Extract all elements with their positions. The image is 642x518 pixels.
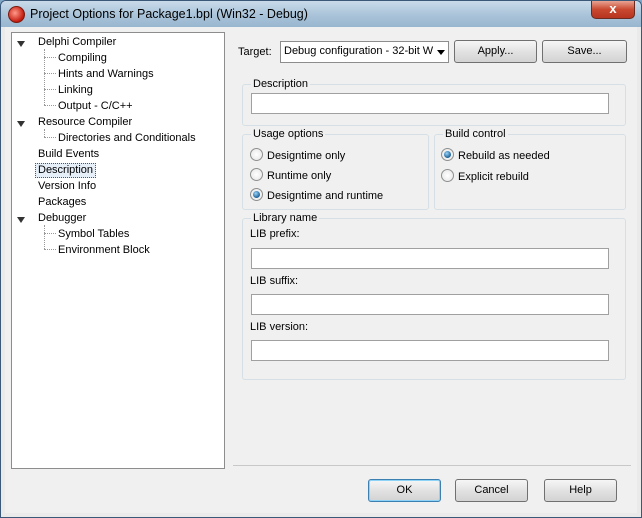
tree-guide-line: [44, 137, 56, 138]
cancel-button[interactable]: Cancel: [455, 479, 528, 502]
radio-explicit-rebuild[interactable]: Explicit rebuild: [441, 169, 529, 183]
description-field[interactable]: [251, 93, 609, 114]
expand-delphi-compiler-icon[interactable]: [17, 41, 25, 47]
tree-item-delphi-compiler[interactable]: Delphi Compiler: [36, 35, 118, 50]
library-name-group: Library name LIB prefix: LIB suffix: LIB…: [242, 212, 626, 380]
radio-explicit-rebuild-label: Explicit rebuild: [458, 171, 529, 183]
dialog-client-area: Delphi Compiler Compiling Hints and Warn…: [5, 27, 637, 513]
lib-prefix-field[interactable]: [251, 248, 609, 269]
tree-item-symbol-tables[interactable]: Symbol Tables: [56, 227, 131, 242]
radio-designtime-and-runtime[interactable]: Designtime and runtime: [250, 188, 383, 202]
tree-guide-line: [44, 105, 56, 106]
close-button[interactable]: x: [591, 1, 635, 19]
app-icon: [8, 6, 25, 23]
options-tree[interactable]: Delphi Compiler Compiling Hints and Warn…: [11, 32, 225, 469]
radio-button-icon[interactable]: [250, 168, 263, 181]
lib-version-field[interactable]: [251, 340, 609, 361]
lib-suffix-field[interactable]: [251, 294, 609, 315]
target-combo[interactable]: Debug configuration - 32-bit W: [280, 41, 449, 63]
radio-button-icon[interactable]: [441, 169, 454, 182]
expand-resource-compiler-icon[interactable]: [17, 121, 25, 127]
tree-item-build-events[interactable]: Build Events: [36, 147, 101, 162]
build-control-group-title: Build control: [443, 128, 508, 140]
tree-item-debugger[interactable]: Debugger: [36, 211, 88, 226]
tree-guide-line: [44, 249, 56, 250]
target-combo-value: Debug configuration - 32-bit W: [284, 45, 434, 57]
radio-runtime-only[interactable]: Runtime only: [250, 168, 331, 182]
radio-button-selected-icon[interactable]: [441, 148, 454, 161]
tree-item-output-c-cpp[interactable]: Output - C/C++: [56, 99, 135, 114]
tree-guide-line: [44, 57, 56, 58]
radio-rebuild-as-needed-label: Rebuild as needed: [458, 150, 550, 162]
radio-button-selected-icon[interactable]: [250, 188, 263, 201]
window-title: Project Options for Package1.bpl (Win32 …: [30, 7, 308, 21]
usage-options-group-title: Usage options: [251, 128, 326, 140]
tree-guide-line: [44, 233, 56, 234]
tree-guide-line: [44, 129, 45, 137]
project-options-window: Project Options for Package1.bpl (Win32 …: [0, 0, 642, 518]
tree-guide-line: [44, 89, 56, 90]
apply-button[interactable]: Apply...: [454, 40, 537, 63]
usage-options-group: Usage options Designtime only Runtime on…: [242, 128, 429, 210]
tree-item-directories-and-conditionals[interactable]: Directories and Conditionals: [56, 131, 198, 146]
tree-item-hints-and-warnings[interactable]: Hints and Warnings: [56, 67, 156, 82]
description-group: Description: [242, 78, 626, 126]
tree-item-environment-block[interactable]: Environment Block: [56, 243, 152, 258]
radio-designtime-only[interactable]: Designtime only: [250, 148, 345, 162]
radio-runtime-only-label: Runtime only: [267, 170, 332, 182]
tree-item-packages[interactable]: Packages: [36, 195, 88, 210]
library-name-group-title: Library name: [251, 212, 320, 224]
expand-debugger-icon[interactable]: [17, 217, 25, 223]
radio-rebuild-as-needed[interactable]: Rebuild as needed: [441, 148, 550, 162]
title-bar[interactable]: Project Options for Package1.bpl (Win32 …: [1, 1, 641, 27]
save-button[interactable]: Save...: [542, 40, 627, 63]
lib-prefix-label: LIB prefix:: [250, 228, 300, 240]
radio-designtime-only-label: Designtime only: [267, 150, 346, 162]
tree-guide-line: [44, 225, 45, 249]
build-control-group: Build control Rebuild as needed Explicit…: [434, 128, 626, 210]
tree-item-compiling[interactable]: Compiling: [56, 51, 109, 66]
description-page: Target: Debug configuration - 32-bit W A…: [233, 32, 631, 467]
tree-guide-line: [44, 73, 56, 74]
chevron-down-icon[interactable]: [437, 50, 445, 55]
radio-designtime-and-runtime-label: Designtime and runtime: [267, 190, 384, 202]
tree-item-resource-compiler[interactable]: Resource Compiler: [36, 115, 134, 130]
help-button[interactable]: Help: [544, 479, 617, 502]
lib-suffix-label: LIB suffix:: [250, 275, 299, 287]
tree-item-version-info[interactable]: Version Info: [36, 179, 98, 194]
lib-version-label: LIB version:: [250, 321, 309, 333]
footer-divider: [233, 465, 631, 466]
target-label: Target:: [238, 46, 272, 58]
tree-item-description[interactable]: Description: [35, 163, 97, 178]
ok-button[interactable]: OK: [368, 479, 441, 502]
tree-item-linking[interactable]: Linking: [56, 83, 95, 98]
radio-button-icon[interactable]: [250, 148, 263, 161]
description-group-title: Description: [251, 78, 311, 90]
